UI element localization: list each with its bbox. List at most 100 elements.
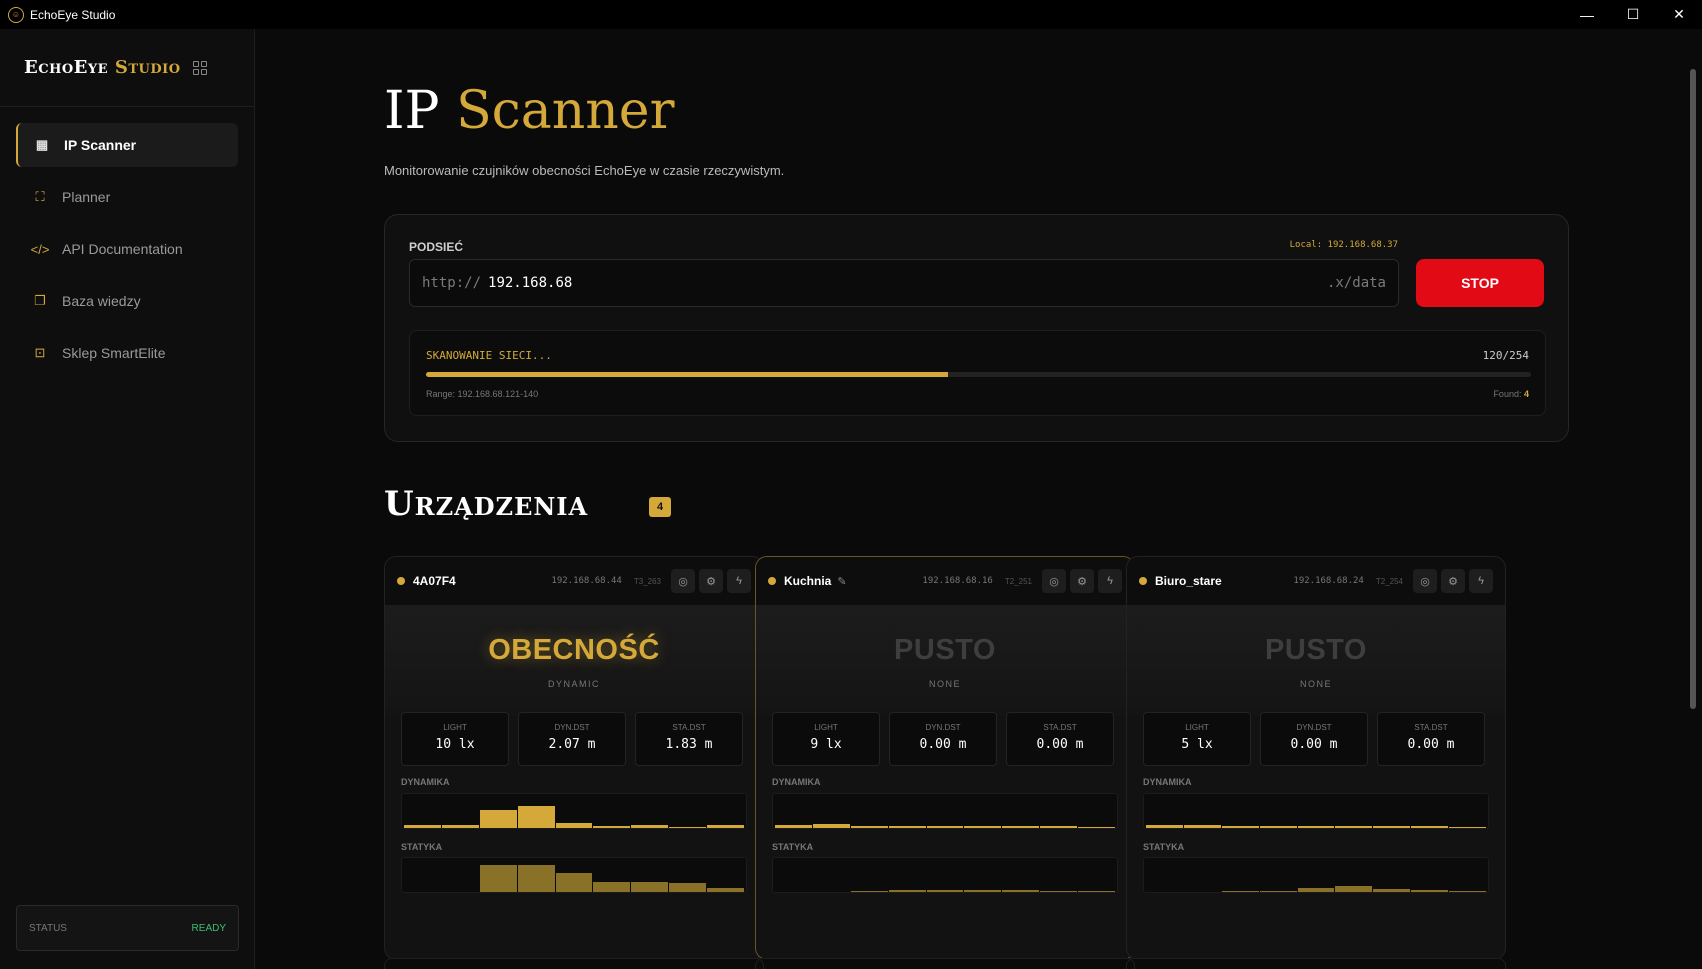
stop-button[interactable]: STOP bbox=[1416, 259, 1544, 307]
subnet-input[interactable]: http:// 192.168.68 .x/data bbox=[409, 259, 1399, 307]
scan-status: SKANOWANIE SIECI... bbox=[426, 349, 552, 362]
gear-icon[interactable]: ⚙ bbox=[1070, 569, 1094, 593]
sidebar-item-planner[interactable]: ⛶ Planner bbox=[16, 175, 238, 219]
device-card-header: Kuchnia ✎ 192.168.68.16 T2_251 ◎ ⚙ ϟ bbox=[756, 557, 1134, 606]
edit-icon[interactable]: ✎ bbox=[837, 575, 846, 588]
bolt-icon[interactable]: ϟ bbox=[727, 569, 751, 593]
statics-label: STATYKA bbox=[772, 842, 814, 852]
chart-bar bbox=[593, 881, 631, 892]
chart-bar bbox=[1449, 891, 1487, 892]
scan-count: 120/254 bbox=[1482, 349, 1529, 362]
chart-bar bbox=[1146, 824, 1183, 828]
window-title: EchoEye Studio bbox=[30, 7, 116, 22]
device-card[interactable]: Biuro_stare 192.168.68.24 T2_254 ◎ ⚙ ϟ P… bbox=[1126, 556, 1506, 960]
sidebar-item-label: Sklep SmartElite bbox=[62, 345, 166, 361]
scrollbar[interactable] bbox=[1684, 29, 1702, 969]
chart-bar bbox=[964, 890, 1002, 892]
device-ip: 192.168.68.24 bbox=[1293, 576, 1364, 586]
static-distance-metric: STA.DST 1.83 m bbox=[635, 712, 743, 766]
status-value: READY bbox=[191, 922, 226, 934]
scanner-panel: PODSIEĆ Local: 192.168.68.37 http:// 192… bbox=[384, 214, 1569, 442]
statics-chart bbox=[772, 857, 1118, 893]
chart-bar bbox=[1335, 826, 1373, 828]
sidebar-item-ip-scanner[interactable]: ▦ IP Scanner bbox=[16, 123, 238, 167]
light-metric: LIGHT 9 lx bbox=[772, 712, 880, 766]
device-tag: T2_254 bbox=[1375, 576, 1403, 586]
chart-bar bbox=[479, 810, 517, 828]
scrollbar-thumb[interactable] bbox=[1690, 69, 1696, 709]
dynamics-chart bbox=[1143, 793, 1489, 829]
chart-bar bbox=[555, 872, 593, 892]
close-icon[interactable]: ✕ bbox=[1656, 0, 1702, 29]
chart-bar bbox=[850, 890, 888, 892]
chart-bar bbox=[888, 890, 926, 892]
presence-state: PUSTO bbox=[1265, 634, 1367, 666]
chart-bar bbox=[1449, 827, 1487, 828]
scan-progress-bar bbox=[426, 372, 1531, 377]
chart-bar bbox=[669, 827, 707, 828]
minimize-icon[interactable]: — bbox=[1564, 0, 1610, 29]
chart-bar bbox=[1078, 827, 1116, 828]
device-card[interactable]: Kuchnia ✎ 192.168.68.16 T2_251 ◎ ⚙ ϟ PUS… bbox=[755, 556, 1135, 960]
metrics-row: LIGHT 10 lx DYN.DST 2.07 m STA.DST 1.83 … bbox=[401, 712, 743, 766]
bolt-icon[interactable]: ϟ bbox=[1098, 569, 1122, 593]
device-ip: 192.168.68.16 bbox=[922, 576, 993, 586]
device-tag: T2_251 bbox=[1004, 576, 1032, 586]
sidebar-item-api-documentation[interactable]: </> API Documentation bbox=[16, 227, 238, 271]
globe-icon[interactable]: ◎ bbox=[1413, 569, 1437, 593]
chart-bar bbox=[404, 825, 441, 828]
online-dot bbox=[768, 577, 776, 585]
sidebar-item-label: IP Scanner bbox=[64, 137, 137, 153]
online-dot bbox=[397, 577, 405, 585]
scan-progress-box: SKANOWANIE SIECI... 120/254 Range: 192.1… bbox=[409, 330, 1546, 416]
status-label: STATUS bbox=[29, 922, 67, 934]
found-count: Found: 4 bbox=[1493, 389, 1529, 399]
chart-bar bbox=[631, 882, 669, 892]
chart-bar bbox=[1373, 826, 1411, 828]
dynamic-distance-metric: DYN.DST 0.00 m bbox=[1260, 712, 1368, 766]
bolt-icon[interactable]: ϟ bbox=[1469, 569, 1493, 593]
page-subtitle: Monitorowanie czujników obecności EchoEy… bbox=[384, 163, 785, 178]
chart-bar bbox=[964, 826, 1002, 828]
gear-icon[interactable]: ⚙ bbox=[1441, 569, 1465, 593]
dashboard-icon: ▦ bbox=[35, 137, 49, 152]
chart-bar bbox=[593, 826, 631, 828]
app-logo-icon: ☺ bbox=[8, 6, 24, 23]
presence-mode: DYNAMIC bbox=[547, 679, 600, 689]
light-metric: LIGHT 10 lx bbox=[401, 712, 509, 766]
globe-icon[interactable]: ◎ bbox=[1042, 569, 1066, 593]
sidebar-nav: ▦ IP Scanner ⛶ Planner </> API Documenta… bbox=[0, 107, 254, 375]
sidebar: EchoEye Studio ▦ IP Scanner ⛶ Planner </… bbox=[0, 29, 255, 969]
metrics-row: LIGHT 9 lx DYN.DST 0.00 m STA.DST 0.00 m bbox=[772, 712, 1114, 766]
sidebar-item-sklep-smartelite[interactable]: ⊡ Sklep SmartElite bbox=[16, 331, 238, 375]
page-title: IP Scanner bbox=[384, 81, 675, 141]
chart-bar bbox=[707, 825, 745, 828]
dynamics-label: DYNAMIKA bbox=[1143, 777, 1192, 787]
dynamics-chart bbox=[401, 793, 747, 829]
devices-count-badge: 4 bbox=[649, 497, 671, 517]
main-content: IP Scanner Monitorowanie czujników obecn… bbox=[256, 29, 1684, 969]
dynamic-distance-metric: DYN.DST 2.07 m bbox=[518, 712, 626, 766]
device-name: Biuro_stare bbox=[1155, 574, 1222, 588]
layout-grid-icon[interactable] bbox=[192, 60, 207, 75]
gear-icon[interactable]: ⚙ bbox=[699, 569, 723, 593]
presence-state-area: PUSTO NONE bbox=[1127, 606, 1505, 716]
sidebar-item-label: API Documentation bbox=[62, 241, 183, 257]
globe-icon[interactable]: ◎ bbox=[671, 569, 695, 593]
chart-bar bbox=[1002, 825, 1040, 828]
chart-bar bbox=[707, 887, 745, 892]
chart-bar bbox=[1221, 890, 1259, 892]
metrics-row: LIGHT 5 lx DYN.DST 0.00 m STA.DST 0.00 m bbox=[1143, 712, 1485, 766]
scan-range: Range: 192.168.68.121-140 bbox=[426, 389, 539, 399]
sidebar-item-baza-wiedzy[interactable]: ❐ Baza wiedzy bbox=[16, 279, 238, 323]
device-card[interactable]: 4A07F4 192.168.68.44 T3_263 ◎ ⚙ ϟ OBECNO… bbox=[384, 556, 764, 960]
online-dot bbox=[1139, 577, 1147, 585]
chart-bar bbox=[555, 823, 593, 828]
dynamics-label: DYNAMIKA bbox=[401, 777, 450, 787]
brand-name: EchoEye Studio bbox=[24, 57, 181, 78]
chart-bar bbox=[631, 825, 669, 828]
scan-progress-fill bbox=[426, 372, 948, 377]
subnet-value[interactable]: 192.168.68 bbox=[488, 275, 572, 291]
maximize-icon[interactable]: ☐ bbox=[1610, 0, 1656, 29]
presence-mode: NONE bbox=[1299, 679, 1332, 689]
